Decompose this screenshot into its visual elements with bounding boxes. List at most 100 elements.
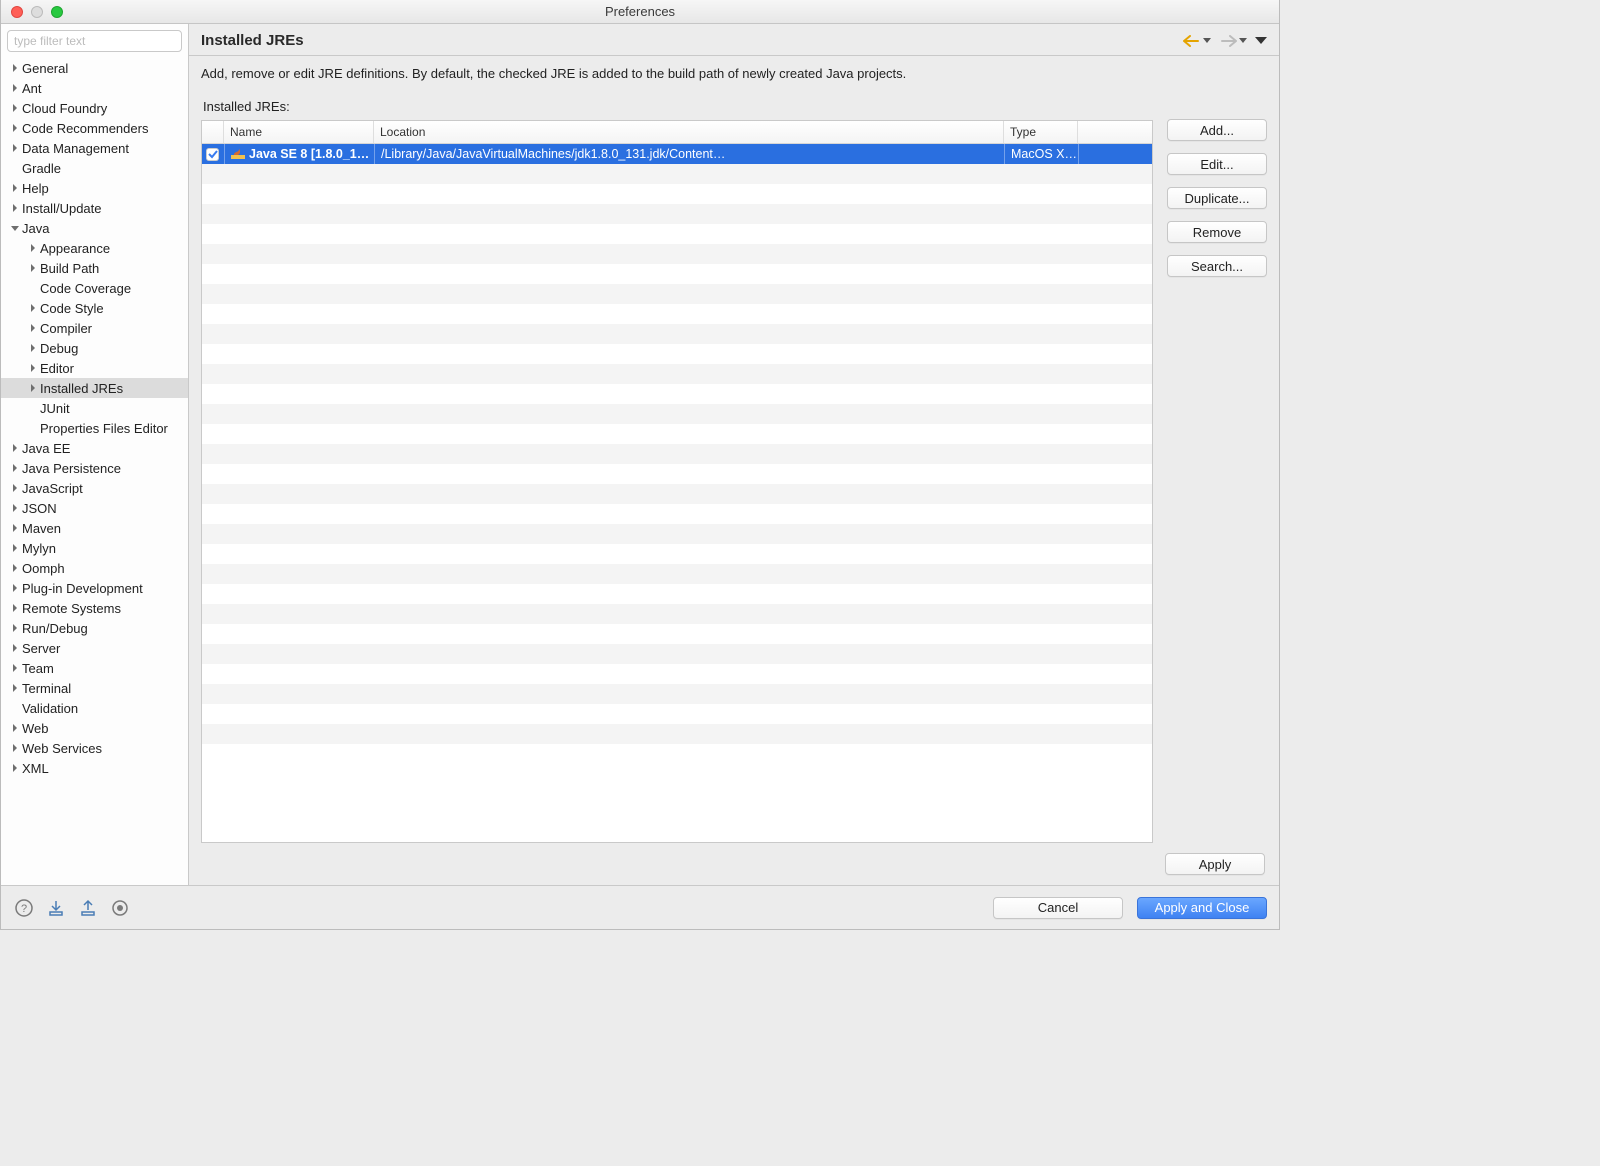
sidebar-item-junit[interactable]: JUnit [1,398,188,418]
sidebar-item-compiler[interactable]: Compiler [1,318,188,338]
disclosure-right-icon[interactable] [9,662,21,674]
sidebar-item-maven[interactable]: Maven [1,518,188,538]
sidebar-item-build-path[interactable]: Build Path [1,258,188,278]
sidebar-item-server[interactable]: Server [1,638,188,658]
table-row[interactable] [202,164,1152,184]
table-row[interactable] [202,544,1152,564]
sidebar-item-code-recommenders[interactable]: Code Recommenders [1,118,188,138]
sidebar-item-help[interactable]: Help [1,178,188,198]
disclosure-right-icon[interactable] [9,542,21,554]
table-row[interactable] [202,424,1152,444]
disclosure-right-icon[interactable] [9,742,21,754]
table-row[interactable] [202,184,1152,204]
sidebar-item-java-ee[interactable]: Java EE [1,438,188,458]
sidebar-item-install-update[interactable]: Install/Update [1,198,188,218]
sidebar-item-json[interactable]: JSON [1,498,188,518]
disclosure-right-icon[interactable] [27,342,39,354]
disclosure-right-icon[interactable] [9,582,21,594]
col-name[interactable]: Name [224,121,374,143]
disclosure-right-icon[interactable] [27,382,39,394]
disclosure-right-icon[interactable] [9,522,21,534]
disclosure-right-icon[interactable] [27,242,39,254]
table-row[interactable] [202,464,1152,484]
forward-button[interactable] [1217,35,1249,47]
sidebar-item-xml[interactable]: XML [1,758,188,778]
table-row[interactable] [202,644,1152,664]
disclosure-down-icon[interactable] [9,222,21,234]
apply-and-close-button[interactable]: Apply and Close [1137,897,1267,919]
sidebar-item-code-coverage[interactable]: Code Coverage [1,278,188,298]
preferences-tree[interactable]: GeneralAntCloud FoundryCode Recommenders… [1,56,188,885]
sidebar-item-appearance[interactable]: Appearance [1,238,188,258]
sidebar-item-javascript[interactable]: JavaScript [1,478,188,498]
sidebar-item-cloud-foundry[interactable]: Cloud Foundry [1,98,188,118]
disclosure-right-icon[interactable] [9,482,21,494]
table-row[interactable] [202,264,1152,284]
sidebar-item-gradle[interactable]: Gradle [1,158,188,178]
sidebar-item-general[interactable]: General [1,58,188,78]
disclosure-right-icon[interactable] [27,302,39,314]
disclosure-right-icon[interactable] [27,362,39,374]
installed-jres-table[interactable]: Name Location Type Java SE 8 [1.8.0_1…/L… [201,120,1153,843]
table-row[interactable] [202,684,1152,704]
disclosure-right-icon[interactable] [27,322,39,334]
disclosure-right-icon[interactable] [9,442,21,454]
sidebar-item-editor[interactable]: Editor [1,358,188,378]
table-row[interactable] [202,604,1152,624]
sidebar-item-debug[interactable]: Debug [1,338,188,358]
col-checkbox[interactable] [202,121,224,143]
table-row[interactable] [202,304,1152,324]
sidebar-item-java-persistence[interactable]: Java Persistence [1,458,188,478]
search-button[interactable]: Search... [1167,255,1267,277]
back-button[interactable] [1181,35,1213,47]
table-row[interactable] [202,384,1152,404]
table-row[interactable] [202,224,1152,244]
col-location[interactable]: Location [374,121,1004,143]
disclosure-right-icon[interactable] [9,142,21,154]
sidebar-item-terminal[interactable]: Terminal [1,678,188,698]
import-button[interactable] [45,897,67,919]
sidebar-item-data-management[interactable]: Data Management [1,138,188,158]
table-row[interactable] [202,244,1152,264]
edit-button[interactable]: Edit... [1167,153,1267,175]
add-button[interactable]: Add... [1167,119,1267,141]
disclosure-right-icon[interactable] [9,762,21,774]
disclosure-right-icon[interactable] [9,102,21,114]
table-row[interactable] [202,324,1152,344]
table-row[interactable]: Java SE 8 [1.8.0_1…/Library/Java/JavaVir… [202,144,1152,164]
table-row[interactable] [202,664,1152,684]
table-row[interactable] [202,444,1152,464]
sidebar-item-team[interactable]: Team [1,658,188,678]
disclosure-right-icon[interactable] [27,262,39,274]
disclosure-right-icon[interactable] [9,62,21,74]
remove-button[interactable]: Remove [1167,221,1267,243]
disclosure-right-icon[interactable] [9,722,21,734]
table-row[interactable] [202,704,1152,724]
sidebar-item-ant[interactable]: Ant [1,78,188,98]
disclosure-right-icon[interactable] [9,682,21,694]
cancel-button[interactable]: Cancel [993,897,1123,919]
disclosure-right-icon[interactable] [9,602,21,614]
disclosure-right-icon[interactable] [9,562,21,574]
export-button[interactable] [77,897,99,919]
sidebar-item-validation[interactable]: Validation [1,698,188,718]
disclosure-right-icon[interactable] [9,202,21,214]
oomph-recorder-button[interactable] [109,897,131,919]
disclosure-right-icon[interactable] [9,622,21,634]
table-row[interactable] [202,524,1152,544]
table-body[interactable]: Java SE 8 [1.8.0_1…/Library/Java/JavaVir… [202,144,1152,842]
sidebar-item-web[interactable]: Web [1,718,188,738]
sidebar-item-plug-in-development[interactable]: Plug-in Development [1,578,188,598]
disclosure-right-icon[interactable] [9,182,21,194]
sidebar-item-run-debug[interactable]: Run/Debug [1,618,188,638]
table-row[interactable] [202,584,1152,604]
disclosure-right-icon[interactable] [9,502,21,514]
disclosure-right-icon[interactable] [9,642,21,654]
sidebar-item-remote-systems[interactable]: Remote Systems [1,598,188,618]
row-checkbox[interactable] [202,144,224,164]
table-row[interactable] [202,404,1152,424]
disclosure-right-icon[interactable] [9,462,21,474]
help-button[interactable]: ? [13,897,35,919]
sidebar-item-installed-jres[interactable]: Installed JREs [1,378,188,398]
disclosure-right-icon[interactable] [9,122,21,134]
